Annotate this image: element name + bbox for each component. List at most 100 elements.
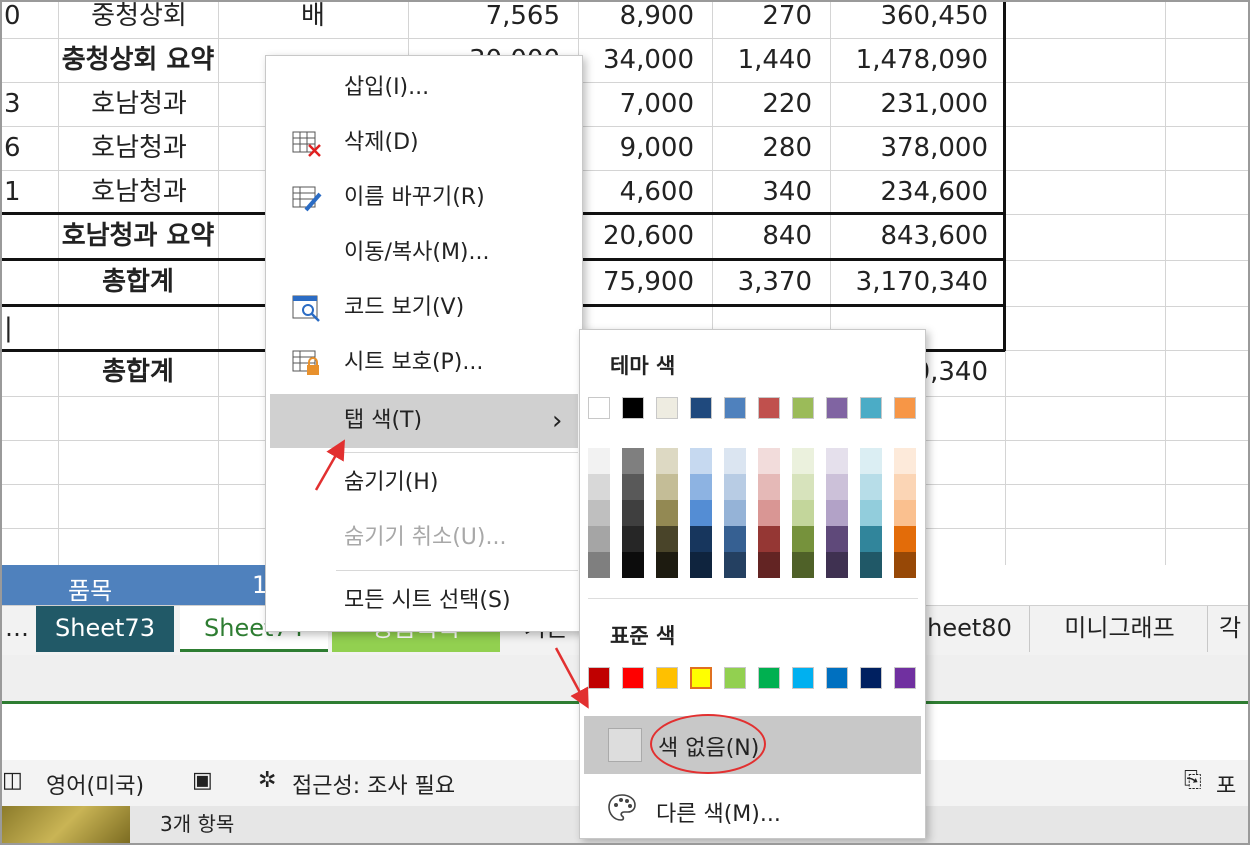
table-cell[interactable]: 360,450 bbox=[830, 0, 988, 38]
subtotal-label-cell[interactable]: 호남청과 요약 bbox=[20, 214, 256, 258]
theme-shade-swatch[interactable] bbox=[656, 448, 678, 474]
theme-shade-swatch[interactable] bbox=[758, 500, 780, 526]
menu-item-rename[interactable]: 이름 바꾸기(R) bbox=[266, 171, 582, 225]
theme-shade-swatch[interactable] bbox=[690, 526, 712, 552]
table-cell[interactable]: 20,600 bbox=[578, 214, 694, 258]
accessibility-status[interactable]: 접근성: 조사 필요 bbox=[292, 768, 455, 800]
theme-shade-swatch[interactable] bbox=[690, 500, 712, 526]
table-cell[interactable]: 배 bbox=[220, 0, 406, 38]
theme-shade-swatch[interactable] bbox=[894, 474, 916, 500]
theme-shade-swatch[interactable] bbox=[724, 474, 746, 500]
table-cell[interactable]: 호남청과 bbox=[62, 82, 216, 126]
theme-shade-swatch[interactable] bbox=[690, 448, 712, 474]
menu-item-insert[interactable]: 삽입(I)... bbox=[266, 61, 582, 115]
table-cell[interactable]: 220 bbox=[712, 82, 812, 126]
theme-color-swatch[interactable] bbox=[690, 397, 712, 419]
theme-shade-swatch[interactable] bbox=[826, 500, 848, 526]
table-cell[interactable]: 270 bbox=[712, 0, 812, 38]
theme-shade-swatch[interactable] bbox=[826, 526, 848, 552]
theme-shade-swatch[interactable] bbox=[588, 552, 610, 578]
menu-item-delete[interactable]: 삭제(D) bbox=[266, 116, 582, 170]
theme-shade-swatch[interactable] bbox=[622, 500, 644, 526]
theme-shade-swatch[interactable] bbox=[860, 552, 882, 578]
tab-mini-graph[interactable]: 미니그래프 bbox=[1032, 606, 1208, 652]
table-cell[interactable]: 7,565 bbox=[408, 0, 560, 38]
standard-color-swatch[interactable] bbox=[622, 667, 644, 689]
theme-shade-swatch[interactable] bbox=[656, 474, 678, 500]
standard-color-swatch[interactable] bbox=[588, 667, 610, 689]
theme-shade-swatch[interactable] bbox=[588, 500, 610, 526]
theme-shade-swatch[interactable] bbox=[860, 500, 882, 526]
menu-item-hide[interactable]: 숨기기(H) bbox=[266, 456, 582, 510]
theme-shade-swatch[interactable] bbox=[860, 526, 882, 552]
tab-next[interactable]: 각 bbox=[1210, 606, 1250, 652]
tab-sheet80[interactable]: heet80 bbox=[910, 606, 1030, 652]
table-cell[interactable]: 8,900 bbox=[578, 0, 694, 38]
table-cell[interactable]: 1,478,090 bbox=[830, 38, 988, 82]
table-cell[interactable]: 843,600 bbox=[830, 214, 988, 258]
tab-nav-ellipsis[interactable]: … bbox=[0, 606, 34, 652]
standard-color-swatch[interactable] bbox=[690, 667, 712, 689]
theme-shade-swatch[interactable] bbox=[690, 552, 712, 578]
status-right-label[interactable]: 포 bbox=[1216, 768, 1236, 800]
theme-shade-swatch[interactable] bbox=[724, 500, 746, 526]
theme-shade-swatch[interactable] bbox=[656, 500, 678, 526]
theme-color-swatch[interactable] bbox=[860, 397, 882, 419]
table-cell[interactable]: 1 bbox=[4, 170, 54, 214]
theme-shade-swatch[interactable] bbox=[656, 526, 678, 552]
tab-sheet73[interactable]: Sheet73 bbox=[36, 606, 174, 652]
standard-color-swatch[interactable] bbox=[758, 667, 780, 689]
display-settings-icon[interactable]: ▣ bbox=[192, 768, 213, 793]
table-cell[interactable]: 75,900 bbox=[578, 260, 694, 304]
table-cell[interactable]: 340 bbox=[712, 170, 812, 214]
theme-shade-swatch[interactable] bbox=[622, 552, 644, 578]
theme-shade-swatch[interactable] bbox=[860, 448, 882, 474]
table-cell[interactable]: 1,440 bbox=[712, 38, 812, 82]
subtotal-label-cell[interactable]: 총합계 bbox=[20, 350, 256, 394]
table-cell[interactable]: | bbox=[4, 306, 54, 350]
theme-shade-swatch[interactable] bbox=[894, 526, 916, 552]
table-cell[interactable]: 중청상회 bbox=[62, 0, 216, 38]
table-cell[interactable]: 840 bbox=[712, 214, 812, 258]
theme-color-swatch[interactable] bbox=[656, 397, 678, 419]
standard-color-swatch[interactable] bbox=[724, 667, 746, 689]
theme-shade-swatch[interactable] bbox=[894, 448, 916, 474]
theme-shade-swatch[interactable] bbox=[758, 552, 780, 578]
table-cell[interactable]: 호남청과 bbox=[62, 126, 216, 170]
more-colors-option[interactable]: 다른 색(M)... bbox=[580, 782, 925, 836]
theme-color-swatch[interactable] bbox=[622, 397, 644, 419]
theme-shade-swatch[interactable] bbox=[792, 552, 814, 578]
theme-color-swatch[interactable] bbox=[792, 397, 814, 419]
standard-color-swatch[interactable] bbox=[860, 667, 882, 689]
table-cell[interactable]: 3,370 bbox=[712, 260, 812, 304]
theme-shade-swatch[interactable] bbox=[588, 448, 610, 474]
menu-item-view-code[interactable]: 코드 보기(V) bbox=[266, 281, 582, 335]
theme-shade-swatch[interactable] bbox=[758, 448, 780, 474]
language-status[interactable]: 영어(미국) bbox=[46, 768, 144, 800]
standard-color-swatch[interactable] bbox=[656, 667, 678, 689]
theme-shade-swatch[interactable] bbox=[724, 448, 746, 474]
theme-color-swatch[interactable] bbox=[724, 397, 746, 419]
table-cell[interactable]: 34,000 bbox=[578, 38, 694, 82]
page-layout-icon[interactable]: ⎘ bbox=[1184, 768, 1202, 793]
theme-shade-swatch[interactable] bbox=[622, 448, 644, 474]
theme-shade-swatch[interactable] bbox=[826, 474, 848, 500]
table-cell[interactable]: 3 bbox=[4, 82, 54, 126]
table-cell[interactable]: 4,600 bbox=[578, 170, 694, 214]
theme-shade-swatch[interactable] bbox=[724, 552, 746, 578]
theme-color-swatch[interactable] bbox=[894, 397, 916, 419]
table-cell[interactable]: 378,000 bbox=[830, 126, 988, 170]
theme-color-swatch[interactable] bbox=[758, 397, 780, 419]
theme-shade-swatch[interactable] bbox=[826, 448, 848, 474]
theme-color-swatch[interactable] bbox=[826, 397, 848, 419]
theme-shade-swatch[interactable] bbox=[724, 526, 746, 552]
table-cell[interactable]: 7,000 bbox=[578, 82, 694, 126]
menu-item-tab-color[interactable]: 탭 색(T) › bbox=[270, 394, 578, 448]
theme-shade-swatch[interactable] bbox=[758, 526, 780, 552]
theme-color-swatch[interactable] bbox=[588, 397, 610, 419]
theme-shade-swatch[interactable] bbox=[656, 552, 678, 578]
subtotal-label-cell[interactable]: 총합계 bbox=[20, 260, 256, 304]
accessibility-icon[interactable]: ✲ bbox=[258, 768, 276, 793]
theme-shade-swatch[interactable] bbox=[894, 552, 916, 578]
theme-shade-swatch[interactable] bbox=[792, 526, 814, 552]
